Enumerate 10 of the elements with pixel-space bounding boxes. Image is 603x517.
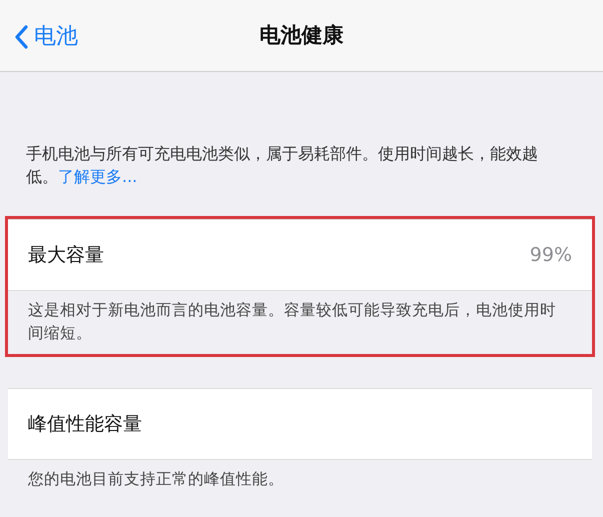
back-button[interactable]: 电池 [14, 20, 78, 53]
section-footer-text: 您的电池目前支持正常的峰值性能。 [27, 469, 285, 490]
intro-text: 手机电池与所有可充电电池类似，属于易耗部件。使用时间越长，能效越低。了解更多... [25, 143, 539, 188]
setting-value: 99% [530, 243, 572, 268]
back-chevron-icon [14, 24, 28, 48]
section-footer-text: 这是相对于新电池而言的电池容量。容量较低可能导致充电后，电池使用时间缩短。 [27, 300, 557, 344]
screen-title: 电池健康 [260, 22, 344, 49]
setting-label: 峰值性能容量 [28, 412, 142, 438]
setting-label: 最大容量 [28, 243, 104, 268]
learn-more-link[interactable]: 了解更多... [58, 167, 138, 186]
